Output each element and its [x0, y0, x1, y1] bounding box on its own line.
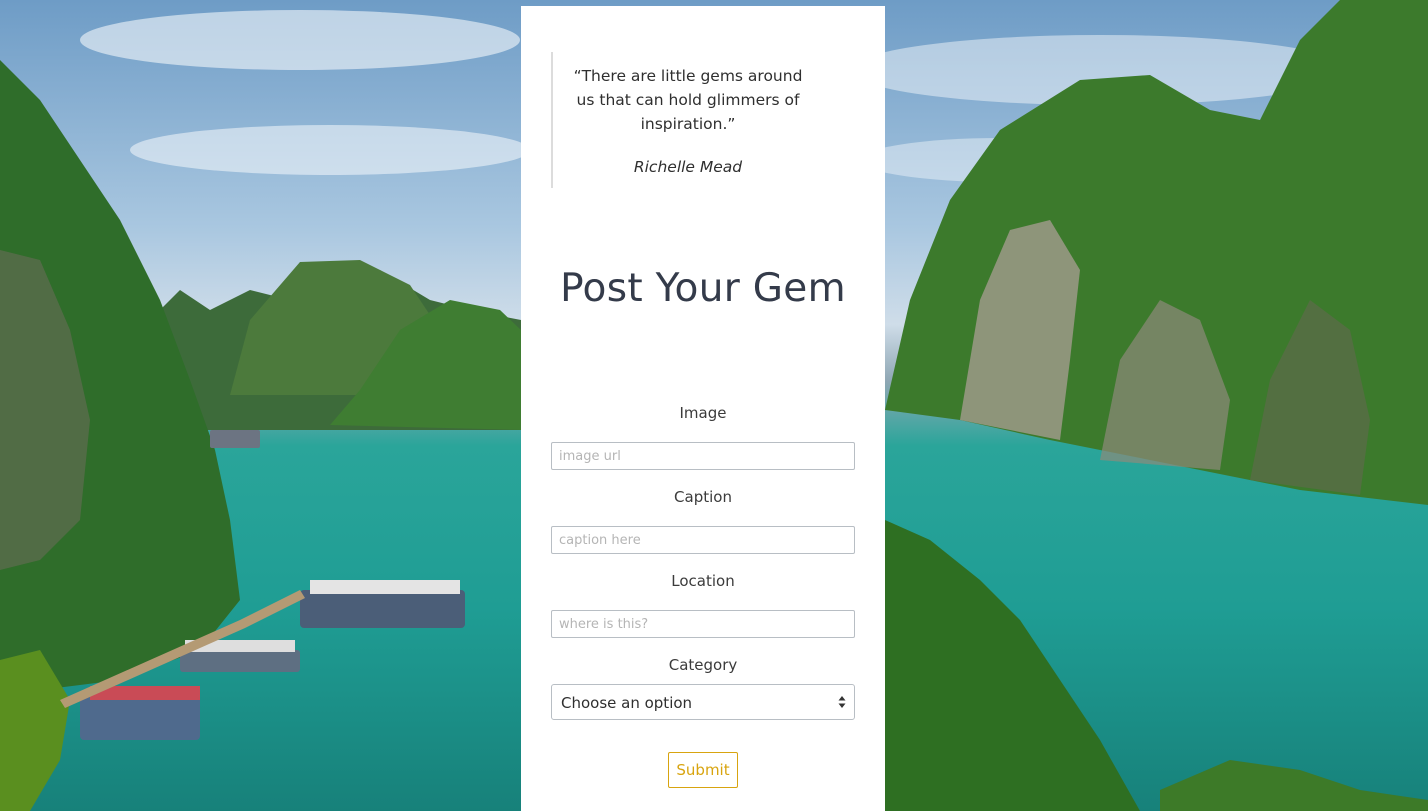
quote-text: “There are little gems around us that ca…	[573, 67, 803, 133]
caption-input[interactable]	[551, 526, 855, 554]
location-label: Location	[671, 572, 735, 590]
inspiration-quote: “There are little gems around us that ca…	[551, 52, 835, 188]
category-select[interactable]: Choose an option	[551, 684, 855, 720]
post-gem-panel: “There are little gems around us that ca…	[521, 6, 885, 811]
quote-author: Richelle Mead	[633, 158, 743, 176]
location-input[interactable]	[551, 610, 855, 638]
category-label: Category	[668, 656, 738, 674]
caption-label: Caption	[674, 488, 732, 506]
select-arrows-icon	[838, 696, 846, 708]
image-label: Image	[679, 404, 727, 422]
page-title: Post Your Gem	[560, 266, 846, 311]
image-url-input[interactable]	[551, 442, 855, 470]
submit-button[interactable]: Submit	[668, 752, 738, 788]
category-selected-value: Choose an option	[561, 694, 693, 712]
